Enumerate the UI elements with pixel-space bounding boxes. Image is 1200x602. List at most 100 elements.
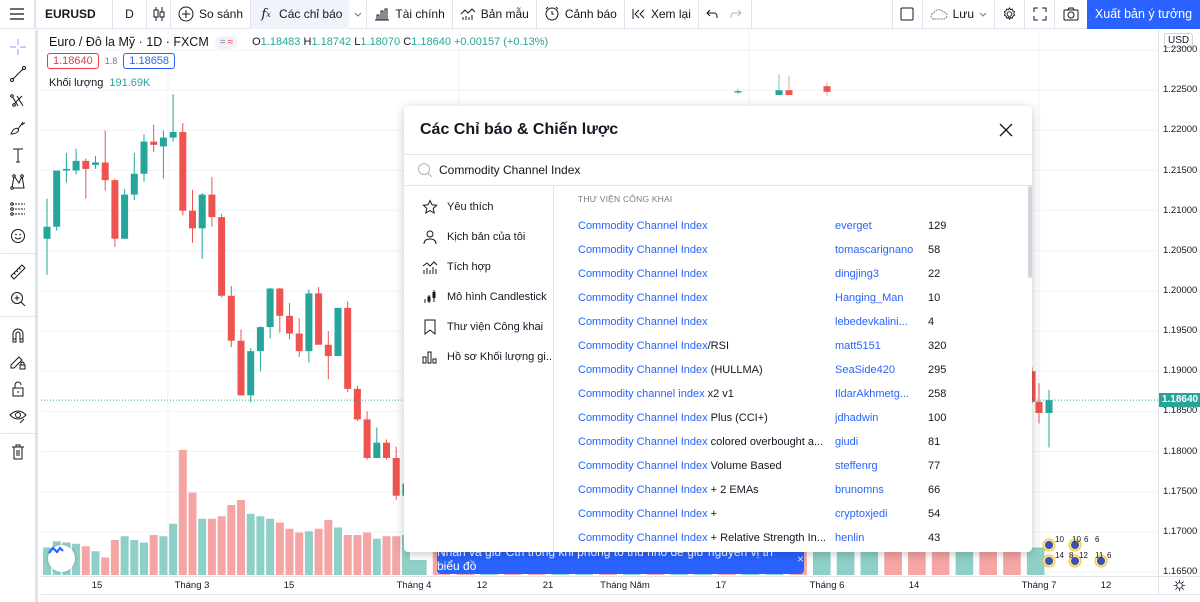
script-name-match: Commodity Channel Index [578, 508, 708, 520]
prediction-tool[interactable] [0, 195, 37, 222]
compare-button[interactable]: So sánh [171, 0, 252, 29]
interval-button[interactable]: D [113, 0, 147, 29]
script-list-item[interactable]: Commodity Channel Index Hanging_Man 10 [578, 286, 1032, 310]
script-author-link[interactable]: SeaSide420 [835, 364, 928, 376]
script-name[interactable]: Commodity Channel Index + [578, 508, 835, 520]
script-list-item[interactable]: Commodity Channel Index colored overboug… [578, 430, 1032, 454]
script-list-item[interactable]: Commodity Channel Index everget 129 [578, 214, 1032, 238]
financials-button[interactable]: Tài chính [367, 0, 453, 29]
toast-close-button[interactable]: × [797, 552, 804, 566]
main-menu-button[interactable] [0, 0, 36, 29]
pitchfork-tool[interactable] [0, 87, 37, 114]
script-author-link[interactable]: lebedevkalini... [835, 316, 928, 328]
fullscreen-button[interactable] [1025, 0, 1055, 29]
script-name[interactable]: Commodity Channel Index [578, 268, 835, 280]
nav-item-my-scripts[interactable]: Kịch bản của tôi [404, 222, 553, 252]
script-list-item[interactable]: Commodity Channel Index + Relative Stren… [578, 526, 1032, 550]
replay-button[interactable]: Xem lại [625, 0, 699, 29]
templates-icon [460, 8, 476, 20]
templates-button[interactable]: Bản mẫu [453, 0, 537, 29]
axis-settings-button[interactable] [1158, 576, 1200, 594]
publish-idea-button[interactable]: Xuất bản ý tưởng [1087, 0, 1200, 29]
delayed-data-icon: ≈ [227, 36, 234, 48]
volume-bar [91, 551, 100, 575]
nav-item-volume-profile[interactable]: Hồ sơ Khối lượng gi... [404, 342, 553, 372]
layout-button[interactable] [893, 0, 923, 29]
lock-all-tool[interactable] [0, 375, 37, 402]
script-name[interactable]: Commodity Channel Index [578, 244, 835, 256]
alert-button[interactable]: Cảnh báo [537, 0, 625, 29]
script-name[interactable]: Commodity Channel Index/RSI [578, 340, 835, 352]
nav-item-candlestick-patterns[interactable]: Mô hình Candlestick [404, 282, 553, 312]
script-name[interactable]: Commodity channel index x2 v1 [578, 388, 835, 400]
save-button[interactable]: Lưu [923, 0, 995, 29]
symbol-search-button[interactable]: EURUSD [36, 0, 113, 29]
time-axis[interactable]: 15 Tháng 3 15 Tháng 4 12 21 Tháng Năm 17 Tháng 6… [41, 576, 1158, 594]
script-name[interactable]: Commodity Channel Index (HULLMA) [578, 364, 835, 376]
snapshot-button[interactable] [1055, 0, 1087, 29]
script-name[interactable]: Commodity Channel Index Plus (CCI+) [578, 412, 835, 424]
script-author-link[interactable]: dingjing3 [835, 268, 928, 280]
script-author-link[interactable]: cryptoxjedi [835, 508, 928, 520]
script-list-item[interactable]: Commodity Channel Index Plus (CCI+) jdhad… [578, 406, 1032, 430]
script-author-link[interactable]: steffenrg [835, 460, 928, 472]
script-name[interactable]: Commodity Channel Index [578, 292, 835, 304]
nav-item-public-library[interactable]: Thư viện Công khai [404, 312, 553, 342]
trend-line-tool[interactable] [0, 60, 37, 87]
nav-item-builtins[interactable]: Tích hợp [404, 252, 553, 282]
script-list-item[interactable]: Commodity Channel Index dingjing3 22 [578, 262, 1032, 286]
script-author-link[interactable]: henlin [835, 532, 928, 544]
chart-type-button[interactable] [147, 0, 171, 29]
script-list-item[interactable]: Commodity Channel Index + 2 EMAs brunomns… [578, 478, 1032, 502]
lock-drawings-tool[interactable] [0, 348, 37, 375]
volume-bar [275, 522, 284, 575]
indicator-search-input[interactable] [439, 163, 999, 177]
tradingview-logo[interactable] [48, 545, 75, 572]
script-author-link[interactable]: tomascarignano [835, 244, 928, 256]
sell-button[interactable]: 1.18640 [47, 53, 99, 69]
script-name[interactable]: Commodity Channel Index [578, 316, 835, 328]
script-author-link[interactable]: jdhadwin [835, 412, 928, 424]
zoom-tool[interactable] [0, 285, 37, 312]
script-author-link[interactable]: giudi [835, 436, 928, 448]
dialog-close-button[interactable] [996, 120, 1016, 140]
remove-drawings-tool[interactable] [0, 438, 37, 465]
hide-drawings-tool[interactable] [0, 402, 37, 429]
script-list-item[interactable]: Commodity Channel Index lebedevkalini... 4 [578, 310, 1032, 334]
settings-button[interactable] [995, 0, 1025, 29]
undo-button[interactable] [699, 0, 725, 29]
script-list-item[interactable]: Commodity Channel Index (HULLMA) SeaSide4… [578, 358, 1032, 382]
script-list-item[interactable]: Commodity Channel Index/RSI matt5151 320 [578, 334, 1032, 358]
brush-tool[interactable] [0, 114, 37, 141]
script-list-item[interactable]: Commodity Channel Index + cryptoxjedi 54 [578, 502, 1032, 526]
indicators-button[interactable]: fx Các chỉ báo [251, 0, 350, 29]
script-list-item[interactable]: Commodity Channel Index tomascarignano 58 [578, 238, 1032, 262]
script-author-link[interactable]: brunomns [835, 484, 928, 496]
text-tool[interactable] [0, 141, 37, 168]
script-list-item[interactable]: Commodity channel index x2 v1 IldarAkhmet… [578, 382, 1032, 406]
indicators-dropdown-button[interactable] [349, 0, 368, 29]
buy-button[interactable]: 1.18658 [123, 53, 176, 69]
script-name[interactable]: Commodity Channel Index colored overboug… [578, 436, 835, 448]
volume-bar [409, 560, 427, 575]
pattern-tool[interactable] [0, 168, 37, 195]
nav-item-favorites[interactable]: Yêu thích [404, 192, 553, 222]
symbol-description[interactable]: Euro / Đô la Mỹ · 1D · FXCM [49, 35, 209, 49]
script-name[interactable]: Commodity Channel Index + 2 EMAs [578, 484, 835, 496]
magnet-tool[interactable] [0, 321, 37, 348]
script-list-item[interactable]: Commodity Channel Index Volume Based stef… [578, 454, 1032, 478]
script-name[interactable]: Commodity Channel Index Volume Based [578, 460, 835, 472]
list-scrollbar[interactable] [1028, 186, 1032, 278]
volume-label[interactable]: Khối lượng [49, 77, 103, 89]
measure-tool[interactable] [0, 258, 37, 285]
crosshair-tool[interactable] [0, 33, 37, 60]
script-author-link[interactable]: IldarAkhmetg... [835, 388, 928, 400]
script-name[interactable]: Commodity Channel Index [578, 220, 835, 232]
script-author-link[interactable]: Hanging_Man [835, 292, 928, 304]
script-name[interactable]: Commodity Channel Index + Relative Stren… [578, 532, 835, 544]
script-author-link[interactable]: everget [835, 220, 928, 232]
script-author-link[interactable]: matt5151 [835, 340, 928, 352]
redo-button[interactable] [725, 0, 752, 29]
price-axis[interactable]: USD 1.23000 1.22500 1.22000 1.21500 1.21000 1… [1158, 30, 1200, 577]
emoji-tool[interactable] [0, 222, 37, 249]
